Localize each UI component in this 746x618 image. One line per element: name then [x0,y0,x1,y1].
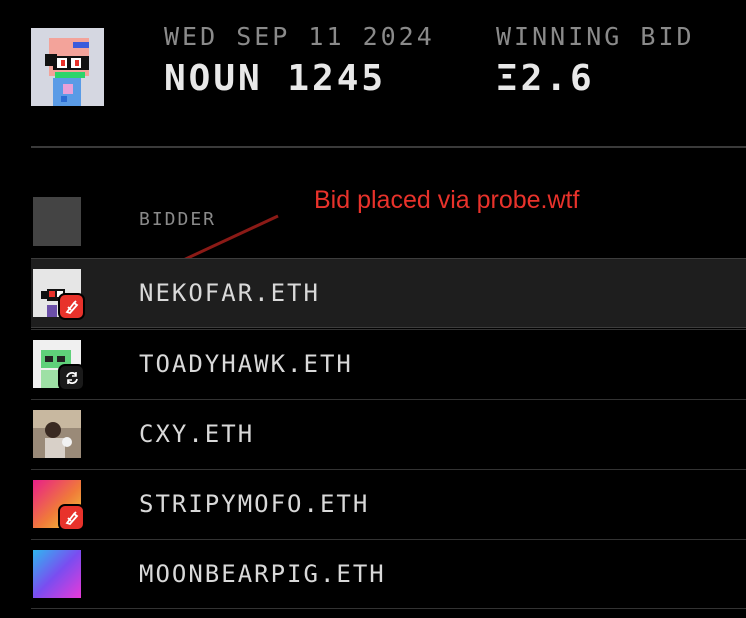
noun-title[interactable]: NOUN 1245 [164,58,386,99]
bid-row-cxy[interactable]: CXY.ETH [31,399,746,469]
probe-icon [58,293,85,320]
noun-image [31,28,104,106]
bidder-name[interactable]: NEKOFAR.ETH [139,279,320,307]
bidder-header-avatar-placeholder [33,197,81,246]
bidder-name[interactable]: MOONBEARPIG.ETH [139,560,386,588]
bidder-name[interactable]: TOADYHAWK.ETH [139,350,353,378]
winning-bid-label: WINNING BID [496,22,695,51]
bid-row-stripymofo[interactable]: STRIPYMOFO.ETH [31,469,746,539]
header-divider [31,146,746,148]
auction-date: WED SEP 11 2024 [164,22,435,51]
bid-row-moonbearpig[interactable]: MOONBEARPIG.ETH [31,539,746,609]
bidder-name[interactable]: CXY.ETH [139,420,254,448]
bidder-avatar [33,410,81,458]
bidder-name[interactable]: STRIPYMOFO.ETH [139,490,369,518]
bid-row-nekofar[interactable]: NEKOFAR.ETH [31,258,746,328]
bidder-column-header: BIDDER [139,209,217,230]
bidder-avatar [33,550,81,598]
swap-icon [58,364,85,391]
bid-row-toadyhawk[interactable]: TOADYHAWK.ETH [31,329,746,399]
winning-bid-value: Ξ2.6 [496,58,595,99]
probe-annotation: Bid placed via probe.wtf [314,186,580,214]
probe-icon [58,504,85,531]
